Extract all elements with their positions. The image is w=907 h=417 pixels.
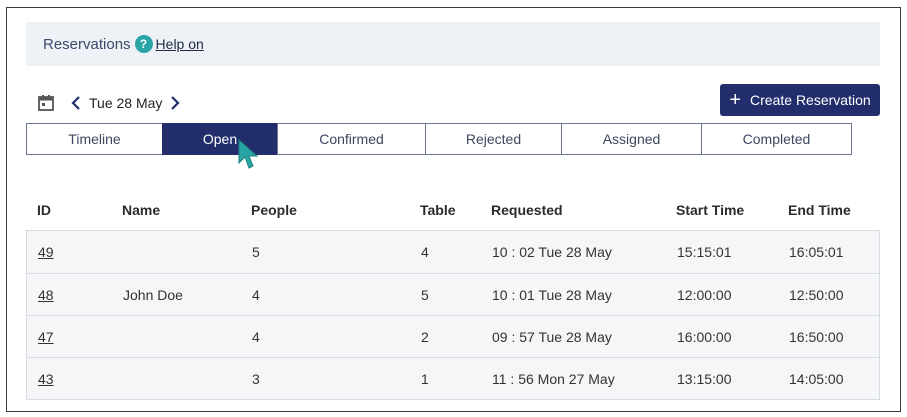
current-date: Tue 28 May — [89, 95, 163, 111]
cell-requested: 10 : 01 Tue 28 May — [492, 286, 612, 303]
help-icon[interactable]: ? — [134, 35, 153, 53]
cell-end-time: 16:50:00 — [789, 328, 844, 345]
reservation-id-link[interactable]: 47 — [38, 316, 54, 357]
reservation-id-link[interactable]: 49 — [38, 231, 54, 273]
column-header-table[interactable]: Table — [420, 200, 456, 220]
reservations-panel: Reservations ? Help on Tue 28 May + Crea… — [6, 7, 901, 412]
table-header: ID Name People Table Requested Start Tim… — [26, 200, 880, 220]
column-header-name[interactable]: Name — [122, 200, 160, 220]
table-row[interactable]: 43 3 1 11 : 56 Mon 27 May 13:15:00 14:05… — [27, 357, 879, 399]
cell-start-time: 13:15:00 — [677, 370, 732, 387]
cell-table: 5 — [421, 286, 429, 303]
cell-table: 2 — [421, 328, 429, 345]
column-header-people[interactable]: People — [251, 200, 297, 220]
create-reservation-button[interactable]: + Create Reservation — [720, 84, 880, 116]
cell-table: 1 — [421, 370, 429, 387]
cell-end-time: 16:05:01 — [789, 244, 844, 260]
cell-requested: 09 : 57 Tue 28 May — [492, 328, 612, 345]
tab-rejected[interactable]: Rejected — [425, 123, 562, 155]
tab-confirmed[interactable]: Confirmed — [277, 123, 426, 155]
reservation-id-link[interactable]: 43 — [38, 358, 54, 399]
chevron-right-icon[interactable] — [168, 94, 182, 112]
chevron-left-icon[interactable] — [69, 94, 83, 112]
cell-start-time: 16:00:00 — [677, 328, 732, 345]
cell-table: 4 — [421, 244, 429, 260]
cell-start-time: 15:15:01 — [677, 244, 732, 260]
column-header-end-time[interactable]: End Time — [788, 200, 851, 220]
create-reservation-label: Create Reservation — [750, 92, 871, 108]
tab-completed[interactable]: Completed — [701, 123, 852, 155]
date-navigator: Tue 28 May — [37, 92, 182, 114]
plus-icon: + — [729, 89, 742, 111]
tab-assigned[interactable]: Assigned — [561, 123, 702, 155]
table-row[interactable]: 48 John Doe 4 5 10 : 01 Tue 28 May 12:00… — [27, 273, 879, 315]
cell-people: 5 — [252, 244, 260, 260]
reservations-table: 49 5 4 10 : 02 Tue 28 May 15:15:01 16:05… — [26, 230, 880, 400]
cell-people: 4 — [252, 286, 260, 303]
mouse-cursor-icon — [238, 139, 259, 169]
page-header: Reservations ? Help on — [26, 22, 880, 66]
tab-timeline[interactable]: Timeline — [26, 123, 163, 155]
help-link[interactable]: Help on — [156, 36, 204, 52]
cell-end-time: 12:50:00 — [789, 286, 844, 303]
column-header-id[interactable]: ID — [37, 200, 51, 220]
cell-people: 3 — [252, 370, 260, 387]
table-row[interactable]: 47 4 2 09 : 57 Tue 28 May 16:00:00 16:50… — [27, 315, 879, 357]
calendar-icon[interactable] — [37, 94, 55, 112]
cell-requested: 10 : 02 Tue 28 May — [492, 244, 612, 260]
table-row[interactable]: 49 5 4 10 : 02 Tue 28 May 15:15:01 16:05… — [27, 231, 879, 273]
cell-requested: 11 : 56 Mon 27 May — [492, 370, 615, 387]
status-tabs: Timeline Open Confirmed Rejected Assigne… — [26, 123, 852, 155]
cell-end-time: 14:05:00 — [789, 370, 844, 387]
column-header-start-time[interactable]: Start Time — [676, 200, 744, 220]
cell-people: 4 — [252, 328, 260, 345]
column-header-requested[interactable]: Requested — [491, 200, 563, 220]
reservation-id-link[interactable]: 48 — [38, 274, 54, 315]
cell-name: John Doe — [123, 286, 183, 303]
page-title: Reservations — [43, 35, 131, 53]
cell-start-time: 12:00:00 — [677, 286, 732, 303]
